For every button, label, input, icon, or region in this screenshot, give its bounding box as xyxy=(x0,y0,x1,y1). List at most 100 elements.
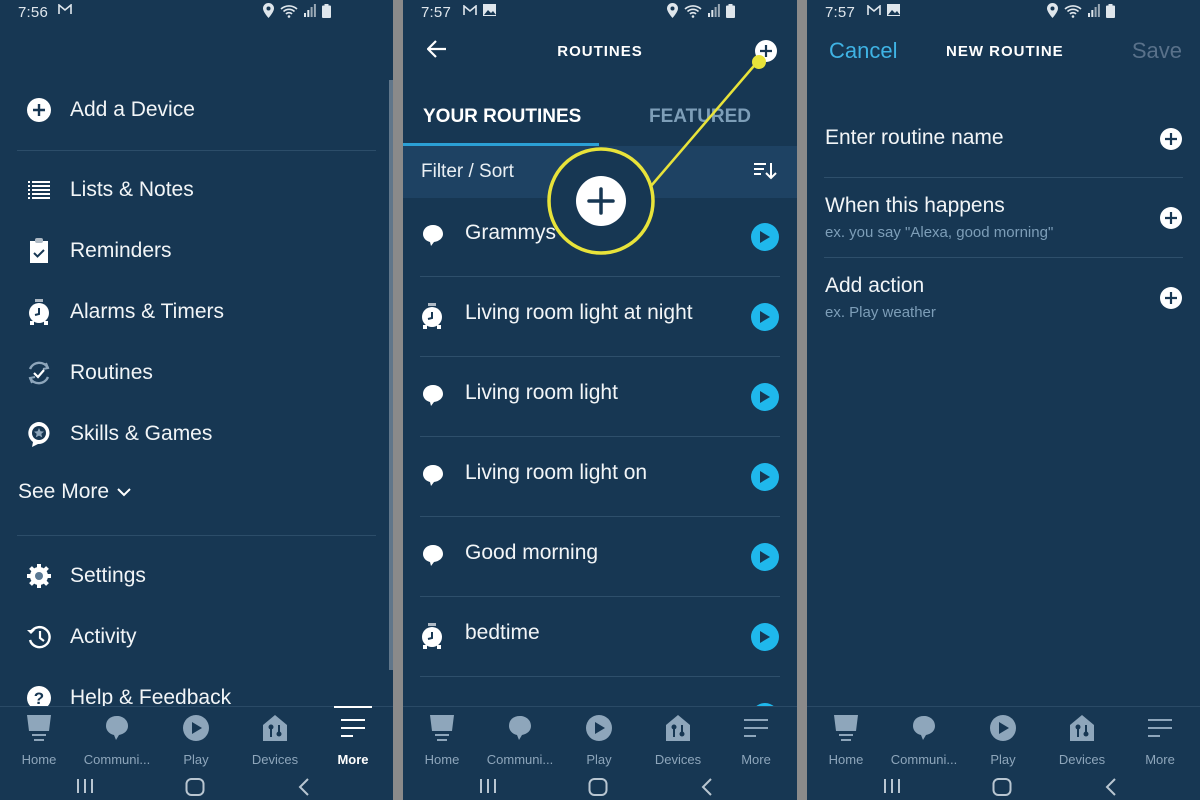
nav-communi[interactable]: Communi... xyxy=(78,713,156,767)
routine-row[interactable]: Living room light xyxy=(403,357,797,437)
play-routine-button[interactable] xyxy=(751,303,779,331)
routines-icon xyxy=(26,360,52,386)
menu-item-skills-games[interactable]: Skills & Games xyxy=(0,410,393,458)
chevron-left-icon xyxy=(298,778,309,796)
menu-item-label: Lists & Notes xyxy=(70,178,194,201)
routine-name: Grammys n xyxy=(465,221,574,244)
alarm-clock-icon xyxy=(421,303,447,329)
nav-label: Home xyxy=(424,752,460,767)
add-routine-button[interactable] xyxy=(755,40,777,62)
row-subtitle: ex. you say "Alexa, good morning" xyxy=(825,224,1054,241)
routine-name: Living room light at night xyxy=(465,301,693,324)
play-routine-button[interactable] xyxy=(751,623,779,651)
sort-icon[interactable] xyxy=(753,162,777,180)
status-bar: 7:56 xyxy=(0,0,393,24)
home-icon xyxy=(807,713,885,743)
menu-item-label: Add a Device xyxy=(70,98,195,121)
home-system-button[interactable] xyxy=(185,778,205,800)
plus-circle-icon xyxy=(26,97,52,123)
home-circle-icon xyxy=(588,778,608,796)
nav-devices[interactable]: Devices xyxy=(1043,713,1121,767)
trigger-row[interactable]: When this happens ex. you say "Alexa, go… xyxy=(807,178,1200,258)
play-routine-button[interactable] xyxy=(751,463,779,491)
play-icon xyxy=(760,231,770,243)
cancel-button[interactable]: Cancel xyxy=(829,38,897,64)
divider xyxy=(17,150,376,151)
nav-label: Communi... xyxy=(890,752,958,767)
routine-row[interactable]: Living room light at night xyxy=(403,277,797,357)
wifi-icon xyxy=(1064,4,1082,18)
play-routine-button[interactable] xyxy=(751,543,779,571)
recent-apps-icon xyxy=(480,779,496,793)
routine-name-row[interactable]: Enter routine name xyxy=(807,98,1200,178)
nav-home[interactable]: Home xyxy=(0,713,78,767)
tab-your-routines[interactable]: YOUR ROUTINES xyxy=(423,106,581,128)
signal-icon xyxy=(708,4,720,17)
routine-row[interactable]: Living room light on xyxy=(403,437,797,517)
row-title: Enter routine name xyxy=(825,126,1004,149)
menu-item-add-device[interactable]: Add a Device xyxy=(0,86,393,134)
play-icon xyxy=(760,311,770,323)
recent-apps-button[interactable] xyxy=(479,778,497,799)
menu-item-settings[interactable]: Settings xyxy=(0,552,393,600)
play-routine-button[interactable] xyxy=(751,383,779,411)
location-icon xyxy=(667,3,678,18)
battery-icon xyxy=(322,3,331,18)
nav-more[interactable]: More xyxy=(314,713,392,767)
add-name-button[interactable] xyxy=(1160,128,1182,150)
recent-apps-button[interactable] xyxy=(76,778,94,799)
communicate-icon xyxy=(481,713,559,743)
recent-apps-icon xyxy=(77,779,93,793)
back-system-button[interactable] xyxy=(298,778,310,800)
tab-featured[interactable]: FEATURED xyxy=(649,106,751,128)
action-row[interactable]: Add action ex. Play weather xyxy=(807,258,1200,338)
routine-name: Living room light xyxy=(465,381,618,404)
speech-bubble-icon xyxy=(421,223,447,249)
menu-item-routines[interactable]: Routines xyxy=(0,349,393,397)
see-more-button[interactable]: See More xyxy=(18,480,131,504)
nav-more[interactable]: More xyxy=(1121,713,1199,767)
callout-plus-magnified xyxy=(576,176,626,226)
nav-play[interactable]: Play xyxy=(964,713,1042,767)
menu-item-reminders[interactable]: Reminders xyxy=(0,227,393,275)
routine-row[interactable]: bedtime xyxy=(403,597,797,677)
menu-item-alarms-timers[interactable]: Alarms & Timers xyxy=(0,288,393,336)
devices-icon xyxy=(639,713,717,743)
nav-label: More xyxy=(741,752,771,767)
nav-label: More xyxy=(337,752,369,767)
nav-more[interactable]: More xyxy=(717,713,795,767)
menu-item-label: Alarms & Timers xyxy=(70,300,225,323)
nav-communi[interactable]: Communi... xyxy=(481,713,559,767)
more-icon xyxy=(1121,713,1199,743)
speech-bubble-icon xyxy=(421,383,447,409)
nav-devices[interactable]: Devices xyxy=(236,713,314,767)
communicate-icon xyxy=(78,713,156,743)
image-icon xyxy=(887,4,900,16)
back-system-button[interactable] xyxy=(1105,778,1117,800)
save-button[interactable]: Save xyxy=(1132,38,1182,64)
routine-name: bedtime xyxy=(465,621,540,644)
back-system-button[interactable] xyxy=(701,778,713,800)
add-trigger-button[interactable] xyxy=(1160,207,1182,229)
menu-screen: 7:56 Add a Device Lists & Notes Reminder… xyxy=(0,0,393,800)
row-title: Add action xyxy=(825,274,925,297)
nav-home[interactable]: Home xyxy=(807,713,885,767)
menu-item-lists-notes[interactable]: Lists & Notes xyxy=(0,166,393,214)
home-system-button[interactable] xyxy=(992,778,1012,800)
routine-row[interactable]: Good morning xyxy=(403,517,797,597)
nav-communi[interactable]: Communi... xyxy=(885,713,963,767)
nav-play[interactable]: Play xyxy=(157,713,235,767)
menu-item-activity[interactable]: Activity xyxy=(0,613,393,661)
nav-home[interactable]: Home xyxy=(403,713,481,767)
nav-play[interactable]: Play xyxy=(560,713,638,767)
play-routine-button[interactable] xyxy=(751,223,779,251)
add-action-button[interactable] xyxy=(1160,287,1182,309)
recent-apps-button[interactable] xyxy=(883,778,901,799)
nav-devices[interactable]: Devices xyxy=(639,713,717,767)
nav-label: Devices xyxy=(251,752,299,767)
status-bar: 7:57 xyxy=(403,0,797,24)
location-icon xyxy=(263,3,274,18)
nav-label: More xyxy=(1145,752,1175,767)
home-system-button[interactable] xyxy=(588,778,608,800)
routine-name: Good morning xyxy=(465,541,599,564)
